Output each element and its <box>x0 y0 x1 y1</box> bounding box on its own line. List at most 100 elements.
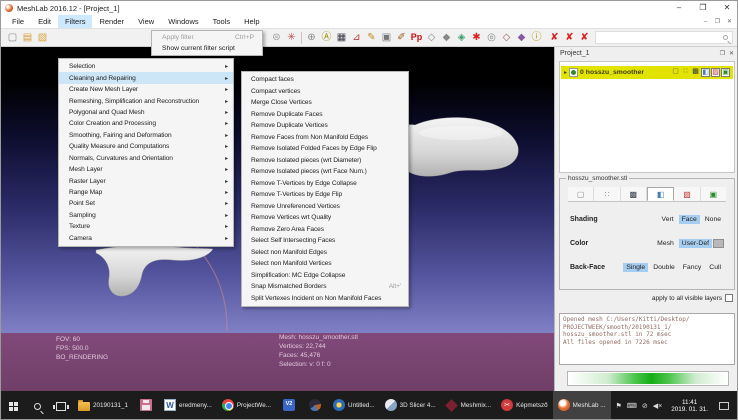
bbox-icon[interactable]: ▢ <box>671 68 680 77</box>
menu-item-range-map[interactable]: Range Map▸ <box>59 187 233 198</box>
menu-item-show-current-filter-script[interactable]: Show current filter script <box>152 43 262 54</box>
mdi-close-button[interactable]: ✕ <box>725 18 734 25</box>
menu-item-normals-curvatures-and-orientation[interactable]: Normals, Curvatures and Orientation▸ <box>59 153 233 164</box>
pick-points-icon[interactable]: ◆ <box>514 30 529 45</box>
menu-item-smoothing-fairing-and-deformation[interactable]: Smoothing, Fairing and Deformation▸ <box>59 130 233 141</box>
delete-mesh-icon[interactable]: ✘ <box>547 30 562 45</box>
select-faces-icon[interactable]: ◆ <box>439 30 454 45</box>
manipulator-icon[interactable]: ◎ <box>484 30 499 45</box>
taskbar-app-untitled[interactable]: Untitled... <box>328 391 380 420</box>
task-view-button[interactable] <box>49 391 73 420</box>
snapshot-icon[interactable]: ▣ <box>379 30 394 45</box>
minimize-button[interactable]: – <box>667 1 691 14</box>
submenu-item-snap-mismatched-borders[interactable]: Snap Mismatched BordersAlt+' <box>242 281 408 293</box>
menu-item-apply-filter[interactable]: Apply filter Ctrl+P <box>152 32 262 43</box>
float-panel-icon[interactable]: ❐ <box>720 50 725 57</box>
apply-all-layers-checkbox[interactable] <box>725 294 733 302</box>
import-mesh-icon[interactable]: ▧ <box>35 30 50 45</box>
delete-raster-icon[interactable]: ✘ <box>562 30 577 45</box>
mdi-minimize-button[interactable]: – <box>701 19 710 25</box>
menu-item-polygonal-and-quad-mesh[interactable]: Polygonal and Quad Mesh▸ <box>59 107 233 118</box>
measure-icon[interactable]: ◇ <box>499 30 514 45</box>
bbox-tab-icon[interactable]: ▢ <box>568 187 594 201</box>
texture-tab-icon[interactable]: ▣ <box>701 187 726 201</box>
menu-help[interactable]: Help <box>237 15 266 28</box>
menu-file[interactable]: File <box>5 15 31 28</box>
taskbar-app-floppy[interactable] <box>133 391 159 420</box>
info-icon[interactable]: ⓘ <box>529 30 544 45</box>
menu-item-mesh-layer[interactable]: Mesh Layer▸ <box>59 164 233 175</box>
submenu-item-remove-isolated-pieces-wrt-diameter[interactable]: Remove Isolated pieces (wrt Diameter) <box>242 155 408 167</box>
open-project-icon[interactable]: ▤ <box>20 30 35 45</box>
mdi-restore-button[interactable]: ❐ <box>713 18 722 25</box>
submenu-item-merge-close-vertices[interactable]: Merge Close Vertices <box>242 97 408 109</box>
lasso-icon[interactable]: ✎ <box>364 30 379 45</box>
user-color-swatch[interactable] <box>713 239 724 248</box>
option-none[interactable]: None <box>702 215 724 224</box>
wire-globe-icon[interactable]: ⊜ <box>269 30 284 45</box>
warning-flag-icon[interactable]: ⚑ <box>615 402 621 410</box>
menu-item-color-creation-and-processing[interactable]: Color Creation and Processing▸ <box>59 118 233 129</box>
option-single[interactable]: Single <box>623 263 648 272</box>
submenu-item-remove-duplicate-vertices[interactable]: Remove Duplicate Vertices <box>242 120 408 132</box>
menu-filters[interactable]: Filters <box>58 15 92 28</box>
maximize-button[interactable]: ❐ <box>691 1 715 14</box>
taskbar-app-v2[interactable] <box>276 391 302 420</box>
visibility-eye-icon[interactable] <box>569 68 578 77</box>
option-fancy[interactable]: Fancy <box>680 263 705 272</box>
menu-windows[interactable]: Windows <box>161 15 205 28</box>
menu-tools[interactable]: Tools <box>206 15 238 28</box>
menu-item-camera[interactable]: Camera▸ <box>59 233 233 244</box>
layer-row[interactable]: ▸ 0 hosszu_smoother ▢∷▩◧▨▣ <box>561 66 733 79</box>
menu-item-sampling[interactable]: Sampling▸ <box>59 210 233 221</box>
taskbar-app-folder[interactable]: 20190131_1 <box>73 391 133 420</box>
delete-all-icon[interactable]: ✘ <box>577 30 592 45</box>
taskbar-app-slicer[interactable]: 3D Slicer 4... <box>380 391 441 420</box>
submenu-item-remove-t-vertices-by-edge-collapse[interactable]: Remove T-Vertices by Edge Collapse <box>242 178 408 190</box>
submenu-item-select-self-intersecting-faces[interactable]: Select Self Intersecting Faces <box>242 235 408 247</box>
wireframe-tab-icon[interactable]: ▩ <box>621 187 647 201</box>
taskbar-app-swirl[interactable] <box>302 391 328 420</box>
new-project-icon[interactable]: ▢ <box>5 30 20 45</box>
wireframe-icon[interactable]: ▩ <box>691 68 700 77</box>
start-button[interactable] <box>1 391 25 420</box>
option-mesh[interactable]: Mesh <box>654 239 677 248</box>
menu-item-cleaning-and-repairing[interactable]: Cleaning and Repairing▸ <box>59 72 233 83</box>
trackball-icon[interactable]: ⊕ <box>304 30 319 45</box>
option-vert[interactable]: Vert <box>659 215 677 224</box>
menu-item-texture[interactable]: Texture▸ <box>59 221 233 232</box>
smooth-shading-icon[interactable]: ◧ <box>701 68 710 77</box>
option-face[interactable]: Face <box>679 215 700 224</box>
menu-item-create-new-mesh-layer[interactable]: Create New Mesh Layer▸ <box>59 84 233 95</box>
texture-icon[interactable]: ▣ <box>721 68 730 77</box>
menu-item-remeshing-simplification-and-reconstruction[interactable]: Remeshing, Simplification and Reconstruc… <box>59 95 233 106</box>
expand-arrow-icon[interactable]: ▸ <box>564 69 567 76</box>
taskbar-clock[interactable]: 11:41 2019. 01. 31. <box>667 399 712 414</box>
submenu-item-remove-t-vertices-by-edge-flip[interactable]: Remove T-Vertices by Edge Flip <box>242 189 408 201</box>
submenu-item-remove-isolated-folded-faces-by-edge-flip[interactable]: Remove Isolated Folded Faces by Edge Fli… <box>242 143 408 155</box>
menu-item-point-set[interactable]: Point Set▸ <box>59 198 233 209</box>
select-vertices-icon[interactable]: ◇ <box>424 30 439 45</box>
submenu-item-remove-duplicate-faces[interactable]: Remove Duplicate Faces <box>242 109 408 121</box>
taskbar-search-button[interactable] <box>25 391 49 420</box>
submenu-item-simplification-mc-edge-collapse[interactable]: Simplification: MC Edge Collapse <box>242 270 408 282</box>
menu-item-raster-layer[interactable]: Raster Layer▸ <box>59 175 233 186</box>
submenu-item-remove-zero-area-faces[interactable]: Remove Zero Area Faces <box>242 224 408 236</box>
menu-render[interactable]: Render <box>92 15 131 28</box>
filter-search-input[interactable] <box>595 31 733 44</box>
texture-view-icon[interactable]: ▦ <box>334 30 349 45</box>
align-icon[interactable]: ✳ <box>284 30 299 45</box>
action-center-icon[interactable] <box>719 402 729 410</box>
submenu-item-compact-faces[interactable]: Compact faces <box>242 74 408 86</box>
volume-muted-icon[interactable]: ◀× <box>653 402 662 410</box>
network-icon[interactable]: ⊘ <box>642 402 648 410</box>
menu-view[interactable]: View <box>131 15 161 28</box>
submenu-item-remove-faces-from-non-manifold-edges[interactable]: Remove Faces from Non Manifold Edges <box>242 132 408 144</box>
taskbar-app-snip[interactable]: Képmetsző <box>496 391 553 420</box>
taskbar-app-meshlab[interactable]: MeshLab ... <box>553 391 611 420</box>
option-user-def[interactable]: User-Def <box>679 239 712 248</box>
option-cull[interactable]: Cull <box>706 263 724 272</box>
submenu-item-select-non-manifold-edges[interactable]: Select non Manifold Edges <box>242 247 408 259</box>
flat-shading-icon[interactable]: ▨ <box>711 68 720 77</box>
points-tab-icon[interactable]: ∷ <box>594 187 620 201</box>
